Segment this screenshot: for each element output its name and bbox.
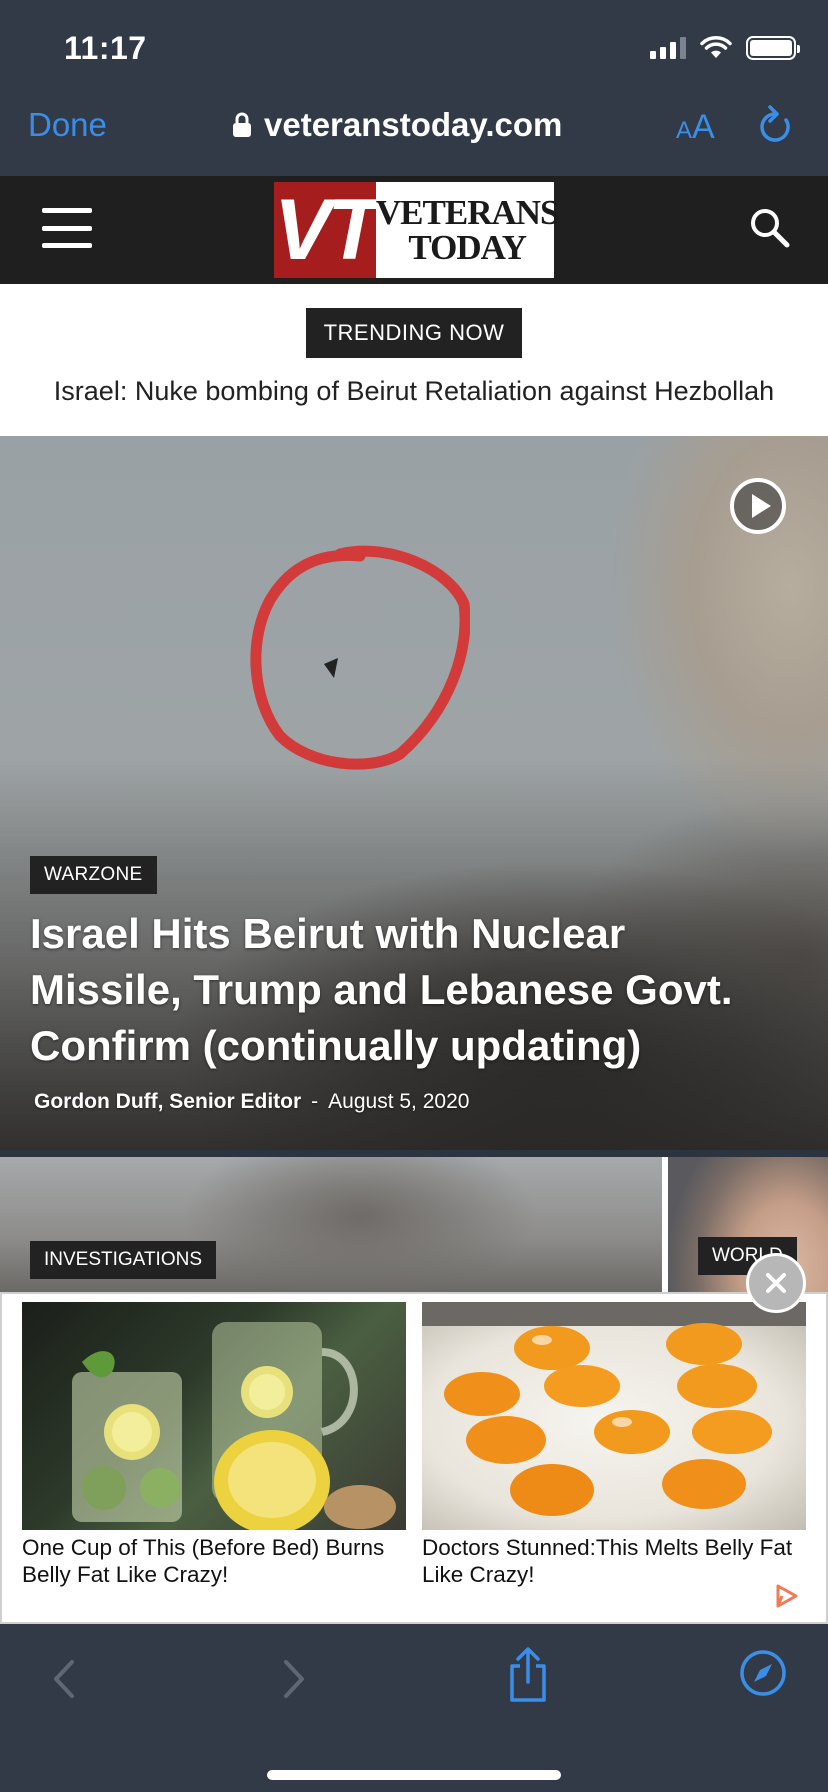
trending-headline-link[interactable]: Israel: Nuke bombing of Beirut Retaliati… — [0, 376, 828, 407]
text-size-large-label: A — [692, 108, 715, 146]
ad-close-button[interactable] — [746, 1253, 806, 1313]
lock-icon — [233, 112, 251, 137]
ad-caption[interactable]: Doctors Stunned:This Melts Belly Fat Lik… — [422, 1534, 806, 1588]
wifi-icon — [700, 36, 732, 58]
address-bar: Done veteranstoday.com AA — [0, 92, 828, 176]
url-field[interactable]: veteranstoday.com — [232, 106, 562, 144]
play-video-icon[interactable] — [730, 478, 786, 534]
lemon-water-illustration — [72, 1322, 396, 1530]
forward-icon[interactable] — [274, 1654, 314, 1704]
search-icon[interactable] — [748, 206, 792, 250]
trending-section: TRENDING NOW Israel: Nuke bombing of Bei… — [0, 284, 828, 436]
text-size-button[interactable]: AA — [676, 108, 715, 147]
reload-icon[interactable] — [756, 104, 794, 148]
site-header: VT VETERANS TODAY — [0, 176, 828, 284]
adchoices-icon[interactable] — [774, 1584, 798, 1608]
logo-wordmark: VETERANS TODAY — [375, 182, 560, 278]
logo-mark: VT — [274, 181, 380, 278]
card-category-badge[interactable]: INVESTIGATIONS — [30, 1241, 217, 1279]
hero-author[interactable]: Gordon Duff, Senior Editor — [34, 1090, 301, 1114]
hero-article[interactable]: WARZONE Israel Hits Beirut with Nuclear … — [0, 436, 828, 1150]
close-icon — [766, 1273, 786, 1293]
back-icon[interactable] — [44, 1654, 84, 1704]
ad-image-lemon-water[interactable] — [22, 1302, 406, 1530]
site-logo[interactable]: VT VETERANS TODAY — [274, 181, 560, 278]
ad-item[interactable]: Doctors Stunned:This Melts Belly Fat Lik… — [422, 1302, 806, 1588]
battery-icon — [746, 36, 800, 60]
logo-line-2: TODAY — [408, 228, 527, 267]
hero-date: August 5, 2020 — [328, 1090, 470, 1113]
secondary-articles: INVESTIGATIONS WORLD — [0, 1157, 828, 1292]
hero-meta: Gordon Duff, Senior Editor - August 5, 2… — [34, 1090, 469, 1114]
hero-title[interactable]: Israel Hits Beirut with Nuclear Missile,… — [30, 906, 750, 1074]
url-text: veteranstoday.com — [264, 106, 563, 143]
ad-image-fried-eggs[interactable] — [422, 1302, 806, 1530]
cellular-signal-icon — [650, 37, 686, 59]
ad-item[interactable]: One Cup of This (Before Bed) Burns Belly… — [22, 1302, 406, 1588]
article-card-investigations[interactable]: INVESTIGATIONS — [0, 1157, 662, 1292]
sponsored-ad-unit: One Cup of This (Before Bed) Burns Belly… — [0, 1292, 828, 1624]
logo-line-1: VETERANS — [375, 193, 560, 232]
status-time: 11:17 — [64, 30, 147, 66]
ad-caption[interactable]: One Cup of This (Before Bed) Burns Belly… — [22, 1534, 406, 1588]
status-icons — [650, 36, 800, 60]
trending-badge: TRENDING NOW — [306, 308, 522, 358]
status-bar: 11:17 — [0, 0, 828, 92]
done-button[interactable]: Done — [28, 106, 107, 144]
text-size-small-label: A — [676, 117, 693, 144]
hamburger-menu-icon[interactable] — [42, 208, 92, 248]
hero-meta-separator: - — [311, 1090, 319, 1113]
safari-compass-icon[interactable] — [738, 1648, 788, 1698]
fried-eggs-illustration — [422, 1302, 806, 1516]
share-icon[interactable] — [504, 1646, 552, 1704]
browser-toolbar — [0, 1624, 828, 1792]
home-indicator[interactable] — [267, 1770, 561, 1780]
hero-category-badge[interactable]: WARZONE — [30, 856, 157, 894]
